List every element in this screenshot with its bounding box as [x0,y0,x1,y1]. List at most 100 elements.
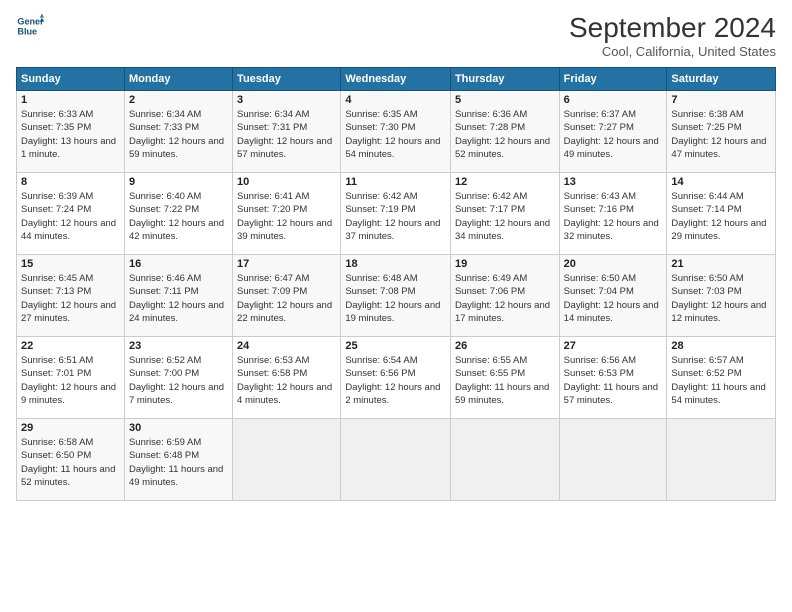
day-info: Sunrise: 6:36 AMSunset: 7:28 PMDaylight:… [455,108,555,161]
calendar-cell [559,419,667,501]
calendar-cell: 23 Sunrise: 6:52 AMSunset: 7:00 PMDaylig… [124,337,232,419]
calendar-cell: 11 Sunrise: 6:42 AMSunset: 7:19 PMDaylig… [341,173,451,255]
day-info: Sunrise: 6:39 AMSunset: 7:24 PMDaylight:… [21,190,120,243]
calendar-cell: 4 Sunrise: 6:35 AMSunset: 7:30 PMDayligh… [341,91,451,173]
calendar-cell [450,419,559,501]
calendar-cell: 10 Sunrise: 6:41 AMSunset: 7:20 PMDaylig… [233,173,341,255]
calendar-cell: 3 Sunrise: 6:34 AMSunset: 7:31 PMDayligh… [233,91,341,173]
day-number: 21 [671,258,771,270]
day-info: Sunrise: 6:41 AMSunset: 7:20 PMDaylight:… [237,190,336,243]
calendar-cell [233,419,341,501]
calendar-cell: 8 Sunrise: 6:39 AMSunset: 7:24 PMDayligh… [17,173,125,255]
calendar-cell: 6 Sunrise: 6:37 AMSunset: 7:27 PMDayligh… [559,91,667,173]
day-info: Sunrise: 6:43 AMSunset: 7:16 PMDaylight:… [564,190,663,243]
day-number: 9 [129,176,228,188]
calendar-cell: 20 Sunrise: 6:50 AMSunset: 7:04 PMDaylig… [559,255,667,337]
header: General Blue September 2024 Cool, Califo… [16,12,776,59]
calendar-cell: 9 Sunrise: 6:40 AMSunset: 7:22 PMDayligh… [124,173,232,255]
calendar-cell: 25 Sunrise: 6:54 AMSunset: 6:56 PMDaylig… [341,337,451,419]
day-info: Sunrise: 6:57 AMSunset: 6:52 PMDaylight:… [671,354,771,407]
day-info: Sunrise: 6:47 AMSunset: 7:09 PMDaylight:… [237,272,336,325]
weekday-header-thursday: Thursday [450,68,559,91]
day-number: 28 [671,340,771,352]
calendar-cell: 28 Sunrise: 6:57 AMSunset: 6:52 PMDaylig… [667,337,776,419]
month-title: September 2024 [569,12,776,44]
calendar-cell: 5 Sunrise: 6:36 AMSunset: 7:28 PMDayligh… [450,91,559,173]
day-info: Sunrise: 6:58 AMSunset: 6:50 PMDaylight:… [21,436,120,489]
calendar-cell: 1 Sunrise: 6:33 AMSunset: 7:35 PMDayligh… [17,91,125,173]
day-number: 20 [564,258,663,270]
day-number: 29 [21,422,120,434]
day-number: 5 [455,94,555,106]
week-row-4: 29 Sunrise: 6:58 AMSunset: 6:50 PMDaylig… [17,419,776,501]
calendar-cell: 12 Sunrise: 6:42 AMSunset: 7:17 PMDaylig… [450,173,559,255]
day-info: Sunrise: 6:50 AMSunset: 7:03 PMDaylight:… [671,272,771,325]
day-number: 18 [345,258,446,270]
day-info: Sunrise: 6:35 AMSunset: 7:30 PMDaylight:… [345,108,446,161]
week-row-2: 15 Sunrise: 6:45 AMSunset: 7:13 PMDaylig… [17,255,776,337]
day-number: 4 [345,94,446,106]
calendar-cell: 24 Sunrise: 6:53 AMSunset: 6:58 PMDaylig… [233,337,341,419]
calendar-cell: 27 Sunrise: 6:56 AMSunset: 6:53 PMDaylig… [559,337,667,419]
day-number: 14 [671,176,771,188]
day-info: Sunrise: 6:42 AMSunset: 7:17 PMDaylight:… [455,190,555,243]
location: Cool, California, United States [569,44,776,59]
day-info: Sunrise: 6:38 AMSunset: 7:25 PMDaylight:… [671,108,771,161]
day-info: Sunrise: 6:42 AMSunset: 7:19 PMDaylight:… [345,190,446,243]
calendar-cell: 30 Sunrise: 6:59 AMSunset: 6:48 PMDaylig… [124,419,232,501]
day-number: 10 [237,176,336,188]
page: General Blue September 2024 Cool, Califo… [0,0,792,612]
day-info: Sunrise: 6:37 AMSunset: 7:27 PMDaylight:… [564,108,663,161]
calendar-cell [341,419,451,501]
calendar-cell: 26 Sunrise: 6:55 AMSunset: 6:55 PMDaylig… [450,337,559,419]
calendar-cell: 21 Sunrise: 6:50 AMSunset: 7:03 PMDaylig… [667,255,776,337]
calendar-cell: 19 Sunrise: 6:49 AMSunset: 7:06 PMDaylig… [450,255,559,337]
day-info: Sunrise: 6:52 AMSunset: 7:00 PMDaylight:… [129,354,228,407]
day-info: Sunrise: 6:54 AMSunset: 6:56 PMDaylight:… [345,354,446,407]
logo-icon: General Blue [16,12,44,40]
calendar-cell: 29 Sunrise: 6:58 AMSunset: 6:50 PMDaylig… [17,419,125,501]
week-row-0: 1 Sunrise: 6:33 AMSunset: 7:35 PMDayligh… [17,91,776,173]
weekday-header-tuesday: Tuesday [233,68,341,91]
day-info: Sunrise: 6:55 AMSunset: 6:55 PMDaylight:… [455,354,555,407]
day-number: 8 [21,176,120,188]
weekday-header-monday: Monday [124,68,232,91]
day-info: Sunrise: 6:45 AMSunset: 7:13 PMDaylight:… [21,272,120,325]
weekday-header-sunday: Sunday [17,68,125,91]
day-number: 24 [237,340,336,352]
day-info: Sunrise: 6:53 AMSunset: 6:58 PMDaylight:… [237,354,336,407]
week-row-3: 22 Sunrise: 6:51 AMSunset: 7:01 PMDaylig… [17,337,776,419]
day-info: Sunrise: 6:34 AMSunset: 7:33 PMDaylight:… [129,108,228,161]
calendar-cell: 16 Sunrise: 6:46 AMSunset: 7:11 PMDaylig… [124,255,232,337]
day-number: 12 [455,176,555,188]
calendar-cell: 14 Sunrise: 6:44 AMSunset: 7:14 PMDaylig… [667,173,776,255]
svg-text:Blue: Blue [17,26,37,36]
day-info: Sunrise: 6:50 AMSunset: 7:04 PMDaylight:… [564,272,663,325]
weekday-header-row: SundayMondayTuesdayWednesdayThursdayFrid… [17,68,776,91]
title-block: September 2024 Cool, California, United … [569,12,776,59]
weekday-header-wednesday: Wednesday [341,68,451,91]
day-number: 17 [237,258,336,270]
calendar-cell: 2 Sunrise: 6:34 AMSunset: 7:33 PMDayligh… [124,91,232,173]
day-number: 23 [129,340,228,352]
day-info: Sunrise: 6:34 AMSunset: 7:31 PMDaylight:… [237,108,336,161]
day-number: 16 [129,258,228,270]
week-row-1: 8 Sunrise: 6:39 AMSunset: 7:24 PMDayligh… [17,173,776,255]
day-number: 22 [21,340,120,352]
day-number: 25 [345,340,446,352]
calendar-cell: 17 Sunrise: 6:47 AMSunset: 7:09 PMDaylig… [233,255,341,337]
day-info: Sunrise: 6:49 AMSunset: 7:06 PMDaylight:… [455,272,555,325]
day-number: 26 [455,340,555,352]
day-number: 6 [564,94,663,106]
day-number: 13 [564,176,663,188]
calendar-cell: 18 Sunrise: 6:48 AMSunset: 7:08 PMDaylig… [341,255,451,337]
weekday-header-friday: Friday [559,68,667,91]
day-info: Sunrise: 6:56 AMSunset: 6:53 PMDaylight:… [564,354,663,407]
day-number: 3 [237,94,336,106]
day-info: Sunrise: 6:51 AMSunset: 7:01 PMDaylight:… [21,354,120,407]
day-info: Sunrise: 6:48 AMSunset: 7:08 PMDaylight:… [345,272,446,325]
day-info: Sunrise: 6:40 AMSunset: 7:22 PMDaylight:… [129,190,228,243]
calendar-cell: 15 Sunrise: 6:45 AMSunset: 7:13 PMDaylig… [17,255,125,337]
weekday-header-saturday: Saturday [667,68,776,91]
day-info: Sunrise: 6:44 AMSunset: 7:14 PMDaylight:… [671,190,771,243]
